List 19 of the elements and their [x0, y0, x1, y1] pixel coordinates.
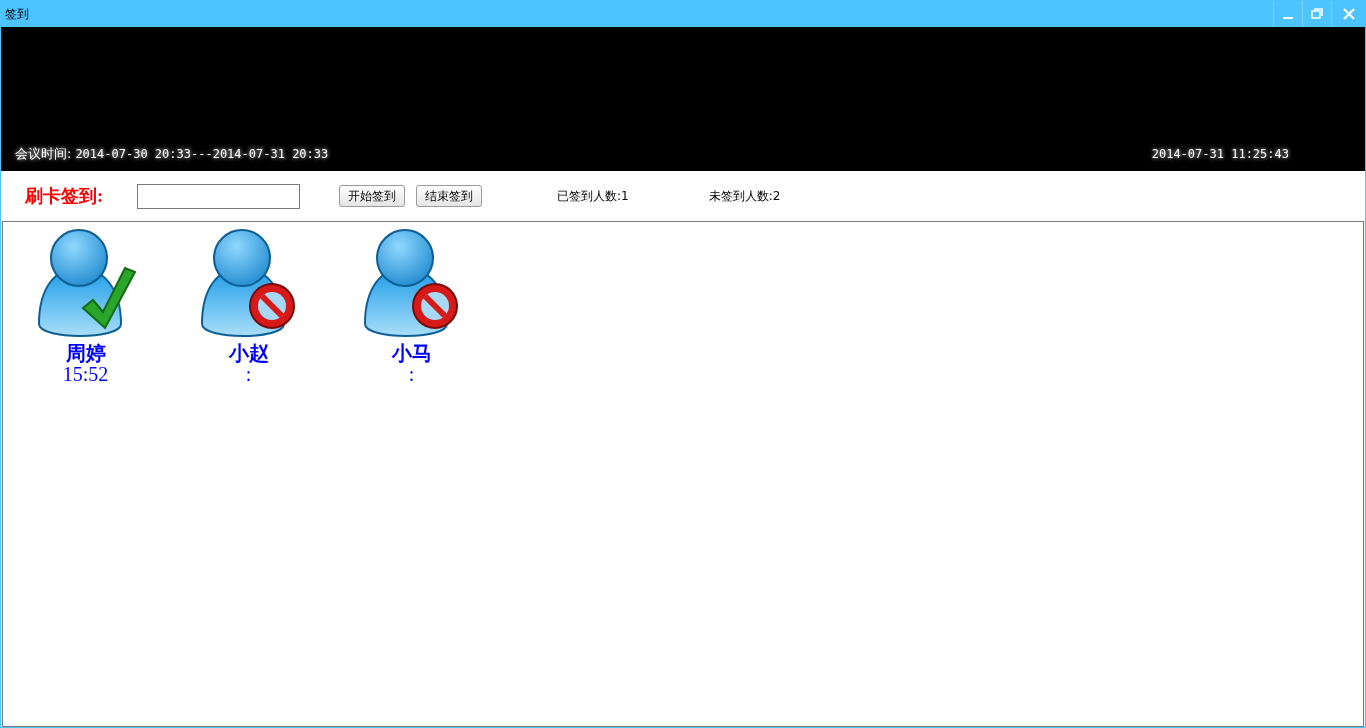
meeting-time-label: 会议时间: [15, 144, 72, 163]
close-icon [1342, 8, 1355, 20]
window-title: 签到 [4, 6, 29, 23]
sign-in-time: : [408, 364, 415, 384]
attendee-name: 周婷 [65, 342, 106, 364]
card-input-field[interactable] [137, 183, 300, 209]
minimize-icon [1283, 17, 1293, 19]
meeting-time: 2014-07-30 20:33---2014-07-31 20:33 [75, 145, 329, 163]
card-sign-in-label: 刷卡签到: [25, 184, 104, 208]
attendee-name: 小赵 [228, 342, 269, 364]
sign-in-time: 15:52 [62, 364, 109, 384]
sign-in-time: : [245, 364, 252, 384]
signed-count: 已签到人数:1 [557, 188, 629, 205]
unsigned-count: 未签到人数:2 [708, 188, 781, 205]
attendee-name: 小马 [391, 342, 432, 364]
clock: 2014-07-31 11:25:43 [1151, 146, 1289, 163]
sign-in-button[interactable]: 开始签到 [339, 185, 405, 207]
sign-in-button[interactable]: 结束签到 [416, 185, 482, 207]
restore-icon [1311, 8, 1323, 20]
